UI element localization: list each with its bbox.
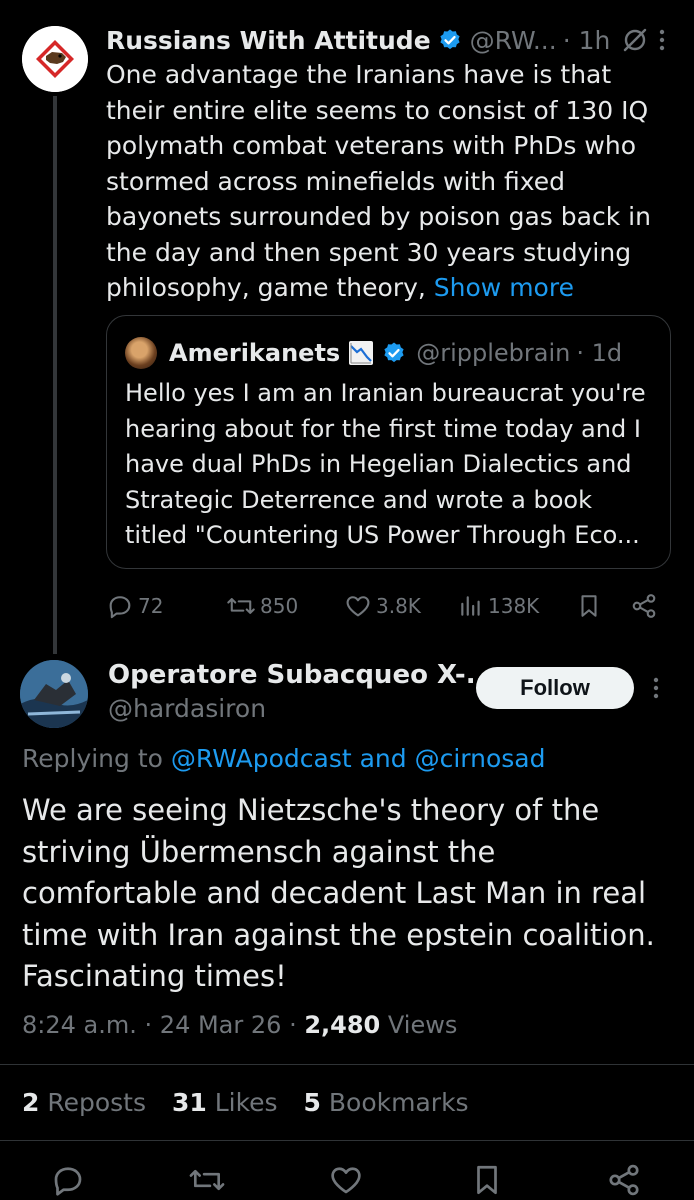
reply-avatar[interactable]	[20, 660, 88, 728]
meta-separator: ·	[289, 1011, 297, 1039]
grok-icon[interactable]	[622, 27, 648, 53]
bookmarks-count: 5	[303, 1088, 321, 1117]
more-options-icon[interactable]	[658, 28, 666, 52]
show-more-link[interactable]: Show more	[434, 273, 574, 302]
views-icon	[461, 596, 480, 616]
quote-header: Amerikanets @ripplebrain · 1d	[125, 337, 623, 369]
thread-line	[53, 96, 57, 654]
like-button[interactable]: 3.8K	[344, 588, 421, 624]
reply-time[interactable]: 8:24 a.m.	[22, 1011, 137, 1039]
likes-stat[interactable]: 31 Likes	[172, 1088, 278, 1117]
reply-count: 72	[138, 594, 164, 618]
quote-author-name: Amerikanets	[169, 339, 341, 367]
parent-tweet-text: One advantage the Iranians have is that …	[106, 57, 671, 306]
reply-icon	[109, 596, 131, 619]
likes-count: 31	[171, 1088, 207, 1117]
bookmarks-label: Bookmarks	[328, 1088, 469, 1117]
quote-text: Hello yes I am an Iranian bureaucrat you…	[125, 379, 646, 549]
parent-author-name[interactable]: Russians With Attitude	[106, 26, 431, 55]
reply-action-bar	[0, 1160, 694, 1200]
reply-date[interactable]: 24 Mar 26	[160, 1011, 282, 1039]
reply-views-label: Views	[387, 1011, 458, 1039]
verified-badge-icon	[438, 28, 462, 52]
engagement-stats: 2 Reposts 31 Likes 5 Bookmarks	[22, 1088, 487, 1117]
reply-button[interactable]: 72	[106, 588, 163, 624]
reposts-label: Reposts	[47, 1088, 147, 1117]
repost-icon	[227, 598, 255, 614]
divider	[0, 1140, 694, 1141]
tweet-thread: Russians With Attitude @RW... · 1h One a…	[0, 0, 694, 1200]
quote-avatar	[125, 337, 157, 369]
heart-icon	[346, 596, 370, 617]
parent-action-bar: 72 850 3.8K 138K	[106, 588, 666, 624]
repost-button[interactable]: 850	[226, 588, 298, 624]
likes-label: Likes	[214, 1088, 278, 1117]
heart-icon[interactable]	[328, 1162, 364, 1198]
reposts-stat[interactable]: 2 Reposts	[22, 1088, 146, 1117]
like-count: 3.8K	[376, 594, 421, 618]
replying-to-prefix: Replying to	[22, 744, 163, 773]
repost-icon[interactable]	[188, 1162, 226, 1198]
bookmark-icon	[581, 595, 597, 617]
parent-text-body: One advantage the Iranians have is that …	[106, 60, 651, 302]
parent-time[interactable]: · 1h	[563, 26, 611, 55]
quoted-tweet[interactable]: Amerikanets @ripplebrain · 1d Hello yes …	[106, 315, 671, 569]
reply-icon[interactable]	[50, 1162, 86, 1198]
quote-handle: @ripplebrain	[416, 339, 571, 367]
repost-count: 850	[260, 594, 299, 618]
divider	[0, 1064, 694, 1065]
parent-avatar[interactable]	[22, 26, 88, 92]
views-button[interactable]: 138K	[458, 588, 539, 624]
bookmark-button[interactable]	[576, 588, 602, 624]
share-icon[interactable]	[606, 1162, 642, 1198]
reply-author-name[interactable]: Operatore Subacqueo X-...	[108, 660, 495, 690]
bookmark-icon[interactable]	[470, 1162, 504, 1198]
chart-decreasing-icon	[348, 340, 374, 366]
verified-badge-icon	[382, 341, 406, 365]
share-icon	[632, 594, 656, 618]
follow-button[interactable]: Follow	[476, 667, 634, 709]
reply-views-count: 2,480	[304, 1011, 381, 1039]
reply-author-handle[interactable]: @hardasiron	[108, 694, 266, 723]
more-options-icon[interactable]	[652, 676, 660, 700]
replying-to-line: Replying to @RWApodcast and @cirnosad	[22, 744, 545, 773]
share-button[interactable]	[630, 588, 658, 624]
parent-header: Russians With Attitude @RW... · 1h	[106, 22, 670, 58]
reply-meta: 8:24 a.m. · 24 Mar 26 · 2,480 Views	[22, 1011, 457, 1039]
replying-to-mentions[interactable]: @RWApodcast and @cirnosad	[171, 744, 546, 773]
parent-handle[interactable]: @RW...	[470, 26, 557, 55]
quote-time: · 1d	[576, 339, 623, 367]
bookmarks-stat[interactable]: 5 Bookmarks	[304, 1088, 469, 1117]
meta-separator: ·	[144, 1011, 153, 1039]
reply-tweet-text: We are seeing Nietzsche's theory of the …	[22, 793, 655, 993]
views-count: 138K	[488, 594, 540, 618]
reposts-count: 2	[22, 1088, 40, 1117]
